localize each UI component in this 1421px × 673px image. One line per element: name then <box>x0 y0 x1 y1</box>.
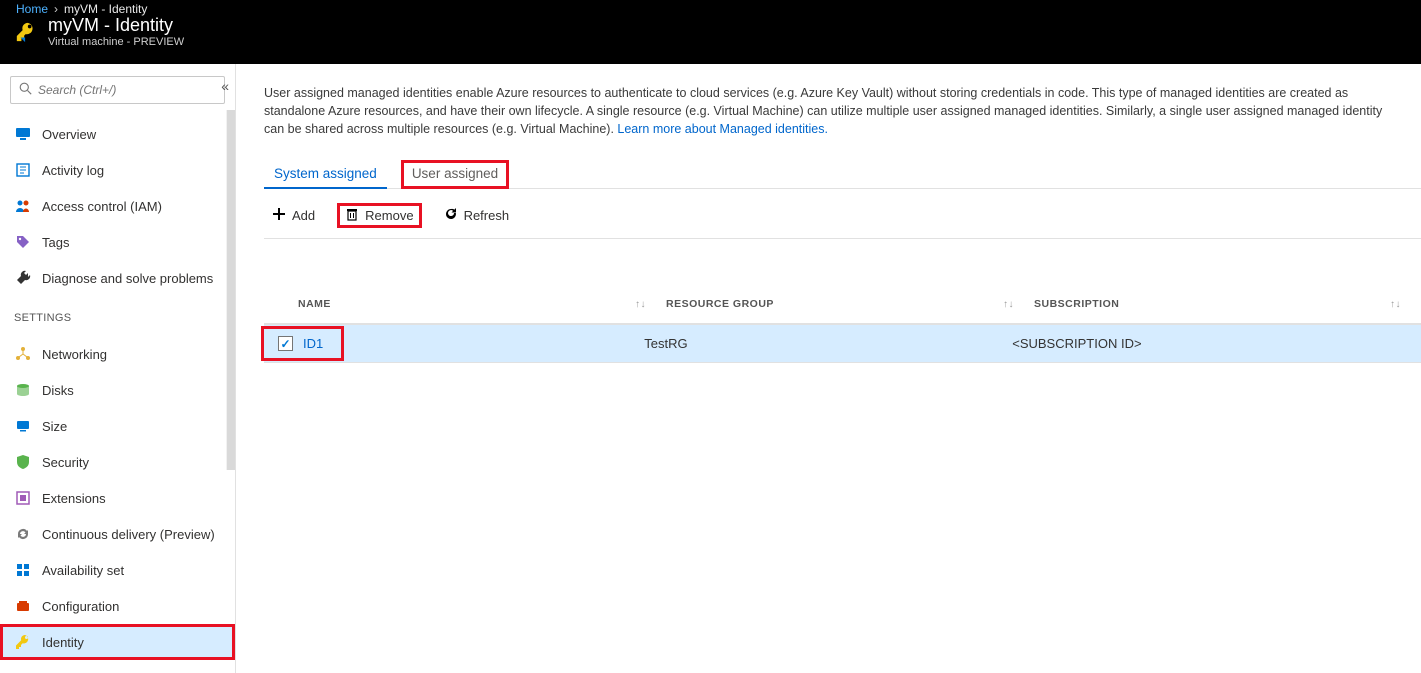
ext-icon <box>14 490 32 506</box>
collapse-sidebar-button[interactable]: « <box>221 78 229 94</box>
learn-more-link[interactable]: Learn more about Managed identities. <box>617 122 828 136</box>
breadcrumb-current: myVM - Identity <box>64 2 147 16</box>
page-header: myVM - Identity Virtual machine - PREVIE… <box>0 16 1421 54</box>
remove-button[interactable]: Remove <box>337 203 421 228</box>
breadcrumb-home[interactable]: Home <box>16 2 48 16</box>
breadcrumb-separator: › <box>54 2 58 16</box>
nav-label: Configuration <box>42 599 119 614</box>
nav-identity[interactable]: Identity <box>0 624 235 660</box>
nav-section-settings: SETTINGS <box>0 296 235 330</box>
col-resource-group[interactable]: RESOURCE GROUP↑↓ <box>666 298 1034 310</box>
tag-icon <box>14 234 32 250</box>
refresh-label: Refresh <box>464 208 510 223</box>
page-subtitle: Virtual machine - PREVIEW <box>48 36 184 48</box>
col-name[interactable]: NAME↑↓ <box>298 298 666 310</box>
cd-icon <box>14 526 32 542</box>
plus-icon <box>272 207 286 224</box>
remove-label: Remove <box>365 208 413 223</box>
network-icon <box>14 346 32 362</box>
config-icon <box>14 598 32 614</box>
sidebar-search[interactable] <box>10 76 225 104</box>
sort-icon: ↑↓ <box>635 299 646 310</box>
nav-overview[interactable]: Overview <box>0 116 235 152</box>
sort-icon: ↑↓ <box>1390 299 1401 310</box>
nav-label: Continuous delivery (Preview) <box>42 527 215 542</box>
row-check-highlight: ID1 <box>261 326 344 361</box>
identity-table: NAME↑↓ RESOURCE GROUP↑↓ SUBSCRIPTION↑↓ I… <box>264 285 1421 363</box>
nav-networking[interactable]: Networking <box>0 336 235 372</box>
nav-activity-log[interactable]: Activity log <box>0 152 235 188</box>
identity-tabs: System assigned User assigned <box>264 160 1421 189</box>
add-button[interactable]: Add <box>264 203 323 228</box>
col-subscription[interactable]: SUBSCRIPTION↑↓ <box>1034 298 1421 310</box>
size-icon <box>14 418 32 434</box>
description-text: User assigned managed identities enable … <box>264 84 1394 138</box>
page-title: myVM - Identity <box>48 16 184 36</box>
top-bar: Home › myVM - Identity myVM - Identity V… <box>0 0 1421 64</box>
toolbar: Add Remove Refresh <box>264 203 1421 239</box>
nav-general: Overview Activity log Access control (IA… <box>0 110 235 296</box>
nav-diagnose[interactable]: Diagnose and solve problems <box>0 260 235 296</box>
trash-icon <box>345 207 359 224</box>
log-icon <box>14 162 32 178</box>
table-row[interactable]: ID1 TestRG <SUBSCRIPTION ID> <box>264 325 1421 363</box>
nav-disks[interactable]: Disks <box>0 372 235 408</box>
add-label: Add <box>292 208 315 223</box>
sort-icon: ↑↓ <box>1003 299 1014 310</box>
nav-label: Overview <box>42 127 96 142</box>
refresh-button[interactable]: Refresh <box>436 203 518 228</box>
table-header: NAME↑↓ RESOURCE GROUP↑↓ SUBSCRIPTION↑↓ <box>264 285 1421 325</box>
nav-label: Availability set <box>42 563 124 578</box>
nav-label: Tags <box>42 235 69 250</box>
disks-icon <box>14 382 32 398</box>
nav-label: Identity <box>42 635 84 650</box>
nav-label: Access control (IAM) <box>42 199 162 214</box>
shield-icon <box>14 454 32 470</box>
nav-label: Disks <box>42 383 74 398</box>
monitor-icon <box>14 126 32 142</box>
nav-security[interactable]: Security <box>0 444 235 480</box>
breadcrumb: Home › myVM - Identity <box>0 0 1421 16</box>
nav-settings: Networking Disks Size Security Extension… <box>0 330 235 660</box>
refresh-icon <box>444 207 458 224</box>
wrench-icon <box>14 270 32 286</box>
search-icon <box>19 82 32 98</box>
main-content: User assigned managed identities enable … <box>236 64 1421 673</box>
nav-label: Security <box>42 455 89 470</box>
nav-access-control[interactable]: Access control (IAM) <box>0 188 235 224</box>
nav-size[interactable]: Size <box>0 408 235 444</box>
row-sub: <SUBSCRIPTION ID> <box>1012 336 1141 351</box>
identity-icon <box>14 634 32 650</box>
nav-label: Extensions <box>42 491 106 506</box>
tab-system-assigned[interactable]: System assigned <box>264 160 387 189</box>
nav-continuous-delivery[interactable]: Continuous delivery (Preview) <box>0 516 235 552</box>
row-rg: TestRG <box>644 336 687 351</box>
avail-icon <box>14 562 32 578</box>
nav-configuration[interactable]: Configuration <box>0 588 235 624</box>
key-icon <box>14 20 38 44</box>
nav-label: Networking <box>42 347 107 362</box>
tab-user-assigned[interactable]: User assigned <box>401 160 509 189</box>
nav-availability-set[interactable]: Availability set <box>0 552 235 588</box>
nav-label: Activity log <box>42 163 104 178</box>
sidebar-scrollbar[interactable] <box>226 110 235 470</box>
nav-label: Size <box>42 419 67 434</box>
row-name-link[interactable]: ID1 <box>303 336 323 351</box>
sidebar: « Overview Activity log Access control (… <box>0 64 236 673</box>
sidebar-search-input[interactable] <box>38 83 216 97</box>
nav-extensions[interactable]: Extensions <box>0 480 235 516</box>
row-checkbox[interactable] <box>278 336 293 351</box>
people-icon <box>14 198 32 214</box>
nav-label: Diagnose and solve problems <box>42 271 213 286</box>
nav-tags[interactable]: Tags <box>0 224 235 260</box>
